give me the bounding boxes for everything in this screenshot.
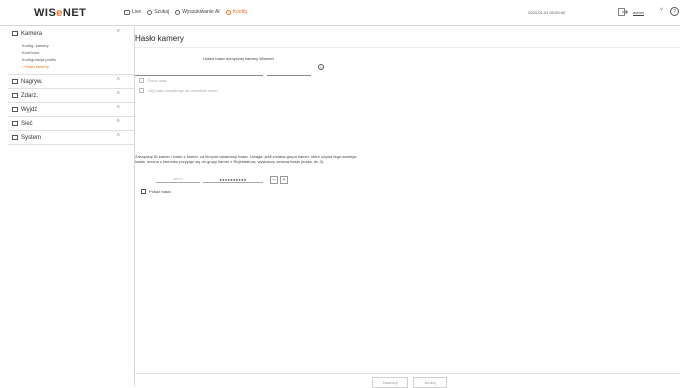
- chevron-down-icon[interactable]: ˅: [660, 7, 663, 13]
- sidebar-submenu-camera: Konfig. kamery Konf.kam. Konfiguracja pr…: [8, 40, 134, 74]
- system-icon: [12, 135, 18, 140]
- sidebar-item-exit[interactable]: Wyjdź ˄: [8, 103, 134, 116]
- apply-button[interactable]: Zastosuj: [372, 377, 408, 388]
- event-icon: [12, 93, 18, 98]
- settings-icon: [225, 9, 231, 15]
- info-icon[interactable]: i: [318, 64, 324, 70]
- chevron-down-icon: ˅: [116, 29, 120, 35]
- page-title: Hasło kamery: [135, 34, 184, 43]
- user-menu[interactable]: admin: [633, 10, 644, 15]
- chevron-up-icon: ˄: [116, 119, 120, 125]
- datetime-display: 2023-01-01 00:00:00: [528, 10, 566, 15]
- wisenet-logo: WISeNET: [34, 7, 87, 19]
- record-icon: [12, 79, 18, 84]
- camera-icon: [12, 31, 18, 36]
- sidebar-item-camera[interactable]: Kamera ˅: [8, 27, 134, 40]
- show-password-bottom-checkbox[interactable]: [141, 189, 146, 194]
- show-password-top-checkbox[interactable]: [139, 78, 144, 83]
- sidebar-group-network: Sieć ˄: [8, 117, 134, 131]
- nav-ai-search[interactable]: Wyszukiwanie AI: [175, 9, 220, 15]
- show-password-bottom-row[interactable]: Pokaż hasło: [141, 189, 171, 194]
- sidebar-group-exit: Wyjdź ˄: [8, 103, 134, 117]
- search-icon: [147, 9, 153, 15]
- remove-group-button[interactable]: –: [270, 176, 278, 184]
- default-password-field[interactable]: [135, 70, 263, 76]
- sidebar-item-system[interactable]: System ˄: [8, 131, 134, 144]
- divider: [135, 373, 680, 374]
- chevron-up-icon: ˄: [116, 77, 120, 83]
- group-password-description: Zarządzaj ID kamer i hasło z kamer, za k…: [135, 154, 357, 164]
- sidebar-item-event[interactable]: Zdarz. ˄: [8, 89, 134, 102]
- main-content: Hasło kamery Ustaw hasło domyślnej kamer…: [135, 27, 680, 388]
- nav-settings[interactable]: Konfig.: [225, 9, 248, 15]
- sidebar-item-record[interactable]: Nagryw. ˄: [8, 75, 134, 88]
- ai-search-icon: [175, 9, 181, 15]
- sidebar-item-network[interactable]: Sieć ˄: [8, 117, 134, 130]
- exit-icon: [12, 107, 18, 112]
- chevron-up-icon: ˄: [116, 91, 120, 97]
- sidebar-group-event: Zdarz. ˄: [8, 89, 134, 103]
- sidebar-group-system: System ˄: [8, 131, 134, 145]
- group-password-field[interactable]: ●●●●●●●●●●: [203, 177, 263, 183]
- logout-icon[interactable]: [618, 8, 628, 16]
- divider: [135, 47, 680, 48]
- sidebar: Kamera ˅ Konfig. kamery Konf.kam. Konfig…: [8, 27, 135, 386]
- confirm-password-field[interactable]: [267, 70, 311, 76]
- chevron-up-icon: ˄: [116, 133, 120, 139]
- add-group-button[interactable]: +: [280, 176, 288, 184]
- sidebar-item-camera-conf[interactable]: Konf.kam.: [22, 49, 134, 56]
- sidebar-item-profile-config[interactable]: Konfiguracja profilu: [22, 56, 134, 63]
- cancel-button[interactable]: Anuluj: [413, 377, 447, 388]
- group-id-field[interactable]: admin: [156, 177, 200, 183]
- network-icon: [12, 121, 18, 126]
- apply-all-checkbox[interactable]: [139, 88, 144, 93]
- top-navigation: Live Szukaj Wyszukiwanie AI Konfig.: [124, 9, 248, 15]
- nav-search[interactable]: Szukaj: [147, 9, 169, 15]
- help-icon[interactable]: ?: [670, 7, 679, 16]
- sidebar-item-camera-config[interactable]: Konfig. kamery: [22, 42, 134, 49]
- chevron-up-icon: ˄: [116, 105, 120, 111]
- sidebar-item-camera-password[interactable]: › Hasło kamery: [22, 63, 134, 70]
- sidebar-group-record: Nagryw. ˄: [8, 75, 134, 89]
- show-password-top-row[interactable]: Pokaż hasło: [139, 78, 167, 83]
- apply-all-row[interactable]: Użyj hasła domyślnego dla wszystkich kam…: [139, 88, 218, 93]
- nav-live[interactable]: Live: [124, 9, 141, 15]
- monitor-icon: [124, 9, 130, 15]
- sidebar-group-camera: Kamera ˅ Konfig. kamery Konf.kam. Konfig…: [8, 27, 134, 75]
- top-bar: WISeNET Live Szukaj Wyszukiwanie AI Konf…: [0, 0, 680, 26]
- default-password-label: Ustaw hasło domyślnej kamery Wisenet: [203, 56, 274, 61]
